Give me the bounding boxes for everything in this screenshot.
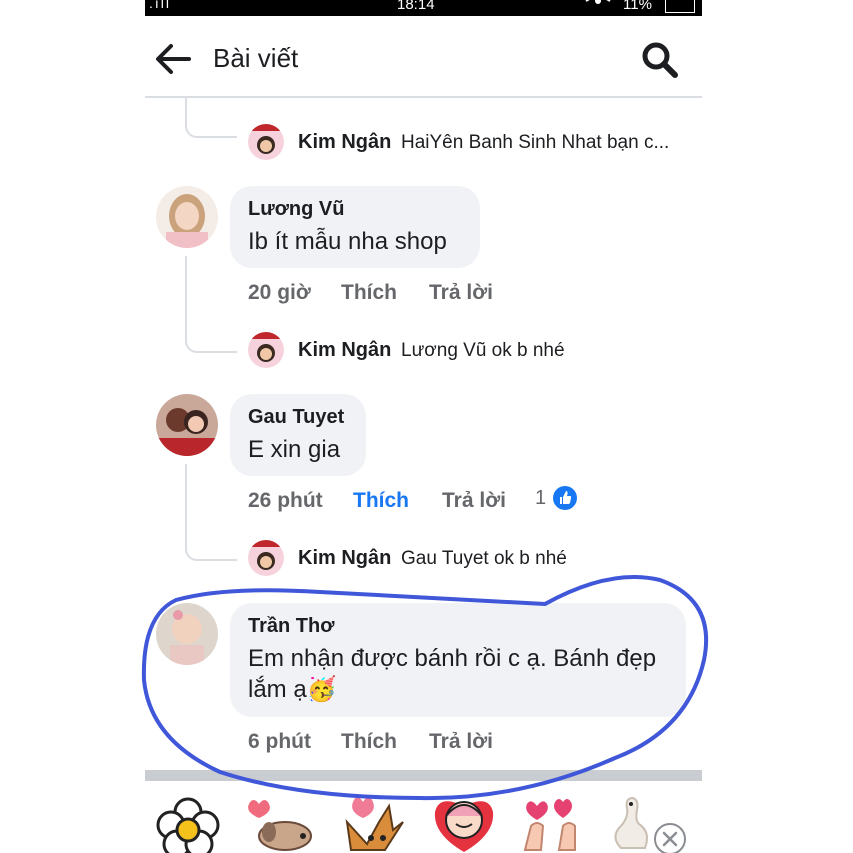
dog-heart-sticker[interactable] [245, 792, 315, 853]
comment-text: E xin gia [248, 436, 341, 463]
thread-connector [185, 303, 237, 353]
fox-sticker[interactable] [337, 792, 407, 853]
comment-author[interactable]: Gau Tuyet [248, 406, 344, 429]
like-button[interactable]: Thích [353, 489, 409, 513]
comment-author[interactable]: Lương Vũ [248, 198, 344, 221]
reply-button[interactable]: Trả lời [442, 489, 506, 513]
avatar [248, 540, 284, 576]
reply-text: HaiYên Banh Sinh Nhat bạn c... [401, 132, 670, 153]
avatar [248, 332, 284, 368]
battery-level: 11% [623, 0, 652, 13]
finger-heart-sticker[interactable] [517, 792, 587, 853]
status-bar: .ıll 18:14 11% [145, 0, 702, 16]
comment-author[interactable]: Trần Thơ [248, 615, 334, 638]
reply-text: Lương Vũ ok b nhé [401, 340, 565, 361]
page-title: Bài viết [213, 43, 299, 73]
app-bar: Bài viết [145, 16, 702, 96]
thread-connector [185, 98, 237, 138]
girl-heart-sticker[interactable] [429, 792, 499, 853]
reply-button[interactable]: Trả lời [429, 281, 493, 305]
search-button[interactable] [640, 40, 680, 80]
like-button[interactable]: Thích [341, 730, 397, 754]
search-icon [642, 42, 678, 78]
reply-author[interactable]: Kim Ngân [298, 547, 391, 570]
reply-text: Gau Tuyet ok b nhé [401, 548, 567, 569]
comment-text-line: lắm ạ🥳 [248, 674, 337, 705]
comment-time: 6 phút [248, 730, 311, 753]
partying-face-emoji: 🥳 [306, 676, 337, 703]
avatar [248, 124, 284, 160]
back-button[interactable] [153, 40, 193, 78]
comment-text-line: Em nhận được bánh rồi c ạ. Bánh đẹp [248, 645, 657, 672]
signal-icon: .ıll [149, 0, 171, 11]
comment-text: Ib ít mẫu nha shop [248, 228, 447, 255]
sticker-tray-divider [145, 770, 702, 781]
status-time: 18:14 [397, 0, 435, 13]
thread-connector [185, 511, 237, 561]
comment-time: 26 phút [248, 489, 323, 512]
reply-author[interactable]: Kim Ngân [298, 339, 391, 362]
reply-author[interactable]: Kim Ngân [298, 131, 391, 154]
comment-list: Kim Ngân HaiYên Banh Sinh Nhat bạn c... … [145, 98, 702, 770]
comment-time: 20 giờ [248, 281, 311, 304]
avatar[interactable] [156, 186, 218, 248]
comment-text-line2: lắm ạ [248, 676, 307, 703]
like-count[interactable]: 1 [535, 487, 546, 510]
reply-button[interactable]: Trả lời [429, 730, 493, 754]
flower-sticker[interactable] [153, 792, 223, 853]
phone-screen: .ıll 18:14 11% Bài viết Kim Ngân HaiYên … [145, 0, 702, 853]
avatar[interactable] [156, 603, 218, 665]
close-icon[interactable] [653, 822, 687, 853]
thumbs-up-icon [553, 486, 577, 510]
arrow-left-icon [156, 44, 191, 74]
eye-icon [585, 0, 611, 11]
like-button[interactable]: Thích [341, 281, 397, 305]
battery-icon [665, 0, 695, 13]
sticker-tray [145, 770, 702, 853]
avatar[interactable] [156, 394, 218, 456]
